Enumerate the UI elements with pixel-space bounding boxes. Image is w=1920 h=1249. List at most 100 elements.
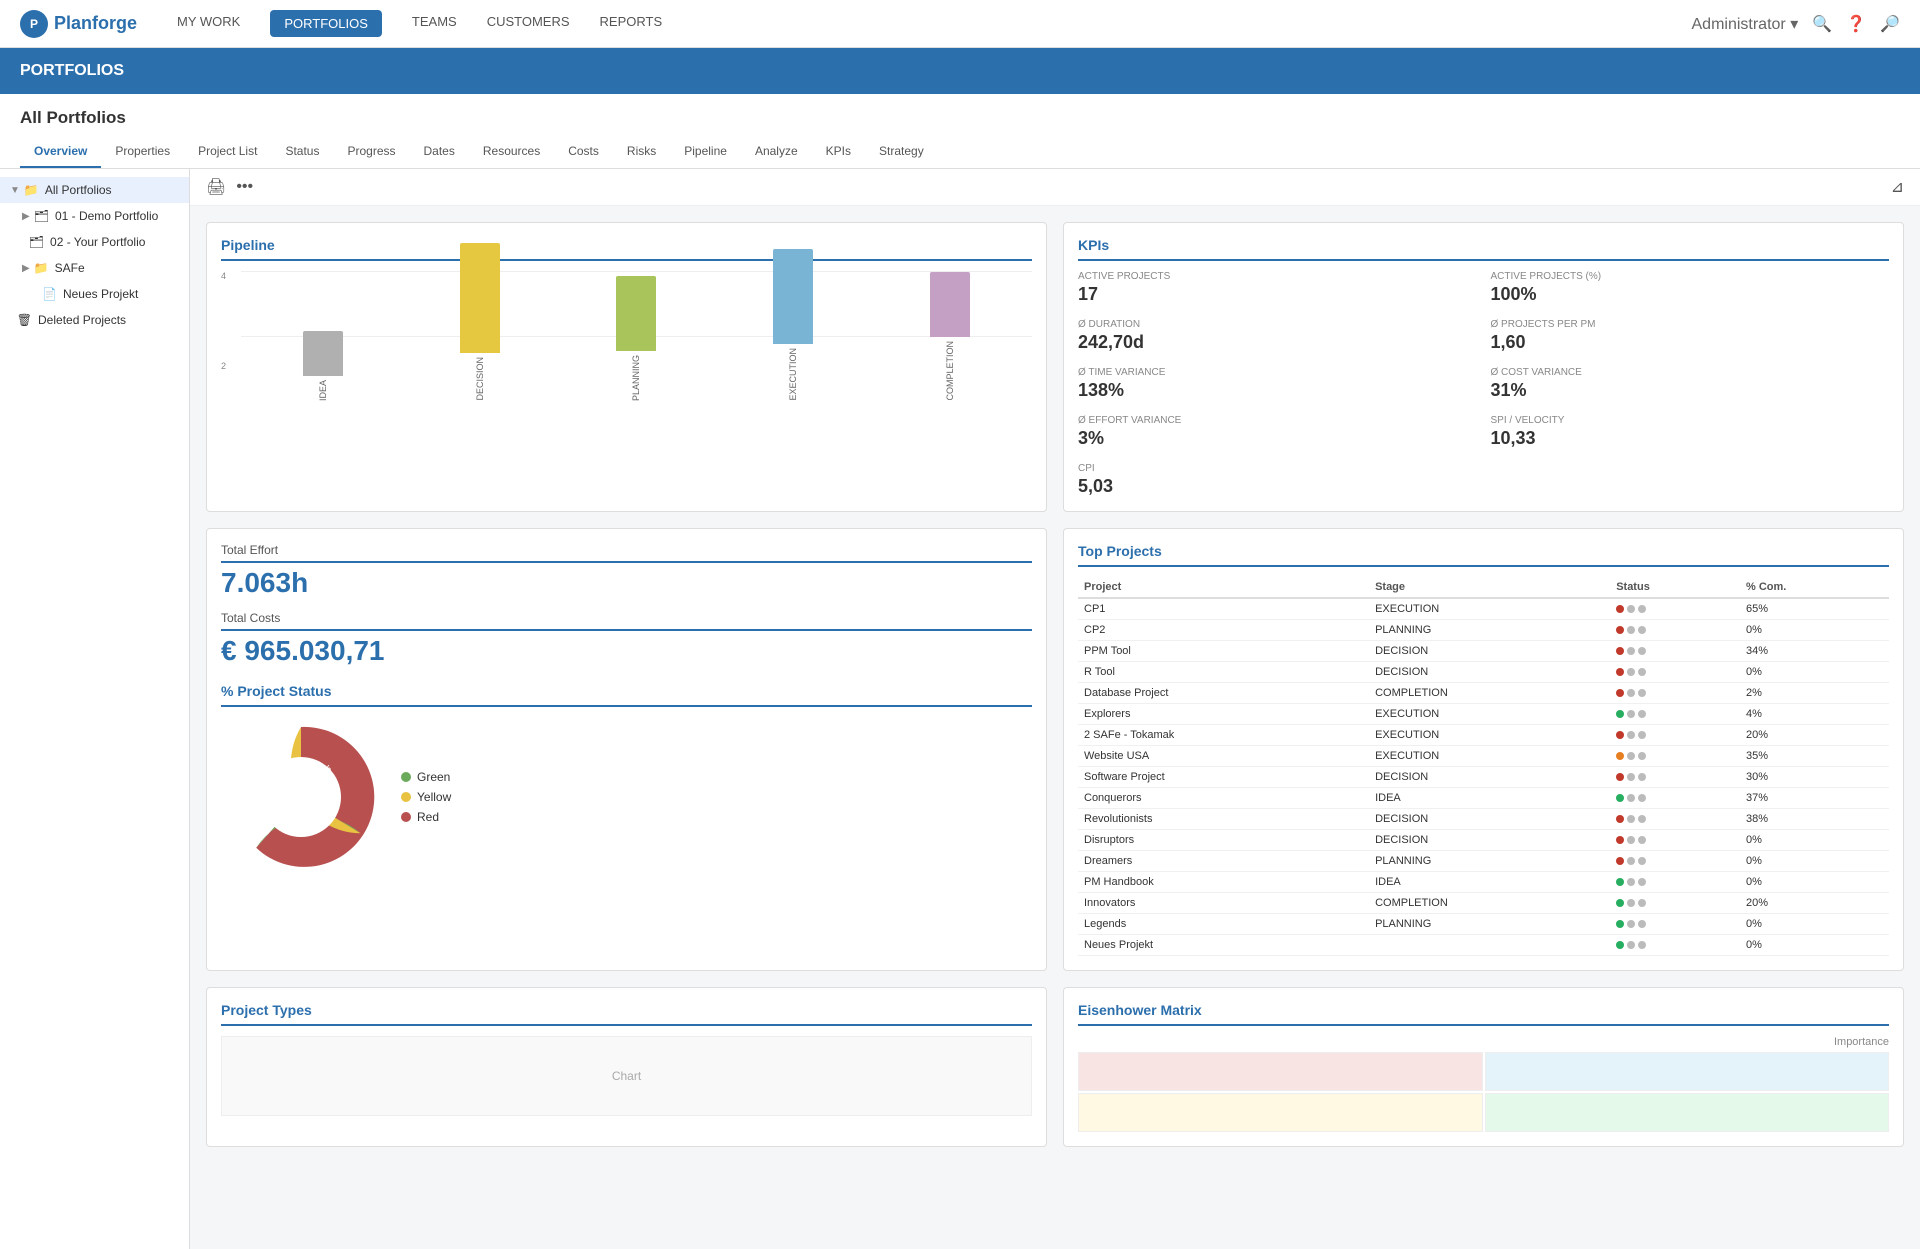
status-dot-3	[1638, 731, 1646, 739]
sidebar-item-your-portfolio[interactable]: 🗂 02 - Your Portfolio	[0, 229, 189, 255]
legend-red: Red	[401, 810, 451, 824]
status-dot-2	[1627, 857, 1635, 865]
pipeline-card: Pipeline 2 4 IDEA	[206, 222, 1047, 512]
tab-risks[interactable]: Risks	[613, 136, 670, 168]
project-name: Dreamers	[1078, 851, 1369, 872]
y-axis-label-4: 4	[221, 271, 226, 281]
kpi-value: 138%	[1078, 380, 1477, 401]
project-name: Website USA	[1078, 746, 1369, 767]
kpi-value: 17	[1078, 284, 1477, 305]
project-stage: EXECUTION	[1369, 704, 1610, 725]
status-dot-3	[1638, 605, 1646, 613]
status-dot-primary	[1616, 752, 1624, 760]
status-dot-3	[1638, 794, 1646, 802]
status-dot-3	[1638, 752, 1646, 760]
table-row: R Tool DECISION 0%	[1078, 662, 1889, 683]
project-stage: EXECUTION	[1369, 725, 1610, 746]
status-dot-3	[1638, 836, 1646, 844]
project-stage: PLANNING	[1369, 620, 1610, 641]
legend-dot-yellow	[401, 792, 411, 802]
logo-icon: P	[20, 10, 48, 38]
sidebar-item-neues-projekt[interactable]: 📄 Neues Projekt	[0, 281, 189, 307]
kpi-value: 5,03	[1078, 476, 1477, 497]
bar-label-decision: DECISION	[475, 357, 485, 401]
toolbar: 🖨 ••• ⊿	[190, 169, 1920, 206]
pie-container: 59% 35% Green Yellow	[221, 717, 1032, 877]
tab-pipeline[interactable]: Pipeline	[670, 136, 741, 168]
tab-properties[interactable]: Properties	[101, 136, 184, 168]
kpi-active-projects-pct: ACTIVE PROJECTS (%) 100%	[1491, 271, 1890, 305]
sidebar-item-label: 02 - Your Portfolio	[50, 235, 179, 249]
tab-resources[interactable]: Resources	[469, 136, 554, 168]
pipeline-bar-completion: COMPLETION	[877, 272, 1022, 401]
status-dot-2	[1627, 752, 1635, 760]
project-stage: DECISION	[1369, 767, 1610, 788]
table-row: Conquerors IDEA 37%	[1078, 788, 1889, 809]
tab-dates[interactable]: Dates	[410, 136, 469, 168]
more-options-icon[interactable]: •••	[236, 178, 253, 196]
project-stage: COMPLETION	[1369, 683, 1610, 704]
status-dot-3	[1638, 710, 1646, 718]
nav-right: Administrator ▾ 🔍 ❓ 🔎	[1692, 14, 1901, 34]
sidebar-item-all-portfolios[interactable]: ▼ 📁 All Portfolios	[0, 177, 189, 203]
kpi-value: 242,70d	[1078, 332, 1477, 353]
project-status	[1610, 788, 1740, 809]
bar-label-idea: IDEA	[318, 380, 328, 401]
kpi-label: Ø DURATION	[1078, 319, 1477, 330]
project-completion: 35%	[1740, 746, 1889, 767]
project-name: Conquerors	[1078, 788, 1369, 809]
project-name: Software Project	[1078, 767, 1369, 788]
print-icon[interactable]: 🖨	[206, 177, 226, 197]
table-row: Legends PLANNING 0%	[1078, 914, 1889, 935]
eisenhower-title: Eisenhower Matrix	[1078, 1002, 1889, 1026]
sidebar-item-deleted-projects[interactable]: 🗑 Deleted Projects	[0, 307, 189, 333]
search-icon[interactable]: 🔍	[1812, 14, 1832, 34]
table-row: Disruptors DECISION 0%	[1078, 830, 1889, 851]
total-effort-value: 7.063h	[221, 567, 1032, 599]
tab-costs[interactable]: Costs	[554, 136, 613, 168]
settings-icon[interactable]: 🔎	[1880, 14, 1900, 34]
kpi-label: Ø TIME VARIANCE	[1078, 367, 1477, 378]
folder-icon: 📁	[24, 183, 39, 197]
quadrant-bottom-right	[1485, 1093, 1890, 1132]
project-completion: 0%	[1740, 914, 1889, 935]
bar-planning	[616, 276, 656, 351]
nav-my-work[interactable]: MY WORK	[177, 10, 240, 37]
tab-progress[interactable]: Progress	[333, 136, 409, 168]
tab-strategy[interactable]: Strategy	[865, 136, 938, 168]
filter-icon[interactable]: ⊿	[1891, 177, 1904, 197]
project-completion: 0%	[1740, 620, 1889, 641]
table-row: Innovators COMPLETION 20%	[1078, 893, 1889, 914]
sidebar-item-demo-portfolio[interactable]: ▶ 🗂 01 - Demo Portfolio	[0, 203, 189, 229]
portfolios-title: PORTFOLIOS	[20, 62, 124, 79]
user-menu[interactable]: Administrator ▾	[1692, 14, 1799, 34]
table-row: Database Project COMPLETION 2%	[1078, 683, 1889, 704]
project-name: PPM Tool	[1078, 641, 1369, 662]
total-effort-section: Total Effort 7.063h	[221, 543, 1032, 599]
quadrant-top-left	[1078, 1052, 1483, 1091]
status-dot-3	[1638, 941, 1646, 949]
nav-portfolios[interactable]: PORTFOLIOS	[270, 10, 382, 37]
tab-kpis[interactable]: KPIs	[812, 136, 865, 168]
project-stage: DECISION	[1369, 830, 1610, 851]
tab-project-list[interactable]: Project List	[184, 136, 271, 168]
help-icon[interactable]: ❓	[1846, 14, 1866, 34]
tab-analyze[interactable]: Analyze	[741, 136, 812, 168]
total-costs-label: Total Costs	[221, 611, 1032, 625]
status-dot-3	[1638, 689, 1646, 697]
col-completion: % Com.	[1740, 577, 1889, 598]
nav-teams[interactable]: TEAMS	[412, 10, 457, 37]
nav-reports[interactable]: REPORTS	[600, 10, 663, 37]
metrics-card: Total Effort 7.063h Total Costs € 965.03…	[206, 528, 1047, 971]
tab-overview[interactable]: Overview	[20, 136, 101, 168]
status-dot-3	[1638, 878, 1646, 886]
sidebar-item-safe[interactable]: ▶ 📁 SAFe	[0, 255, 189, 281]
table-row: Dreamers PLANNING 0%	[1078, 851, 1889, 872]
kpi-value: 3%	[1078, 428, 1477, 449]
tab-status[interactable]: Status	[271, 136, 333, 168]
project-status	[1610, 767, 1740, 788]
nav-customers[interactable]: CUSTOMERS	[487, 10, 570, 37]
logo[interactable]: P Planforge	[20, 10, 137, 38]
kpi-label: Ø PROJECTS PER PM	[1491, 319, 1890, 330]
project-stage: EXECUTION	[1369, 598, 1610, 620]
